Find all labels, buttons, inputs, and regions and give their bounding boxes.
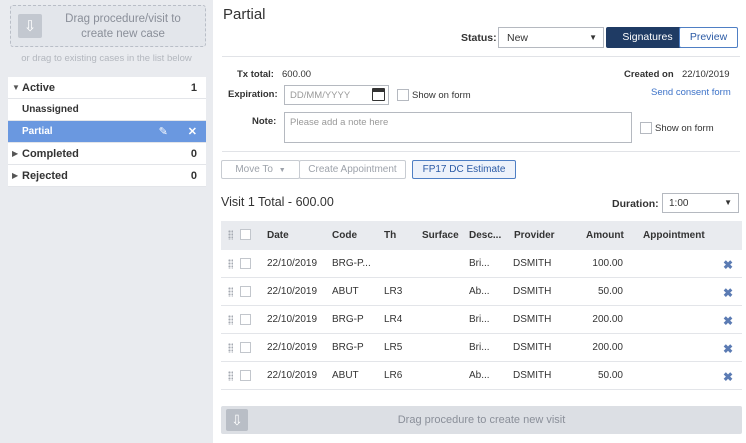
calendar-icon[interactable] — [372, 88, 385, 101]
case-item-partial[interactable]: Partial ✎ ✕ — [8, 121, 206, 143]
col-code[interactable]: Code — [332, 221, 357, 250]
close-icon[interactable]: ✖ — [723, 258, 733, 272]
signatures-button[interactable]: Signatures — [606, 27, 689, 48]
case-group-rejected[interactable]: ▶ Rejected 0 — [8, 165, 206, 187]
row-checkbox[interactable] — [240, 286, 251, 297]
drag-handle-icon[interactable] — [228, 343, 233, 353]
dropzone-line-2: create new case — [81, 28, 165, 40]
duration-select[interactable]: 1:00 ▼ — [662, 193, 739, 213]
new-visit-dropzone[interactable]: ⇩ Drag procedure to create new visit — [221, 406, 742, 434]
dropzone-line-1: Drag procedure/visit to — [65, 13, 181, 25]
case-group-active[interactable]: ▼ Active 1 — [8, 77, 206, 99]
page-title: Partial — [223, 6, 266, 23]
expiration-show-on-form-checkbox[interactable] — [397, 89, 409, 101]
fp17-dc-estimate-button[interactable]: FP17 DC Estimate — [412, 160, 516, 179]
status-select[interactable]: New ▼ — [498, 27, 604, 48]
drag-handle-icon — [228, 230, 233, 240]
case-detail: Partial Status: New ▼ Signatures Preview… — [213, 0, 746, 443]
expiration-date-field[interactable]: DD/MM/YYYY — [284, 85, 389, 105]
close-icon[interactable]: ✖ — [723, 370, 733, 384]
row-checkbox[interactable] — [240, 342, 251, 353]
case-sidebar: ⇩ Drag procedure/visit to create new cas… — [0, 0, 213, 443]
row-checkbox[interactable] — [240, 370, 251, 381]
caret-right-icon: ▶ — [12, 171, 19, 180]
drag-handle-icon[interactable] — [228, 371, 233, 381]
expiration-label: Expiration: — [228, 89, 278, 100]
procedure-grid: Date Code Th Surface Desc... Provider Am… — [221, 221, 742, 390]
created-on-label: Created on — [624, 69, 674, 80]
caret-down-icon: ▼ — [278, 167, 286, 174]
row-checkbox[interactable] — [240, 314, 251, 325]
note-show-on-form-checkbox[interactable] — [640, 122, 652, 134]
visit-total: Visit 1 Total - 600.00 — [221, 195, 334, 209]
tx-total-label: Tx total: — [237, 69, 274, 80]
col-th[interactable]: Th — [384, 221, 396, 250]
duration-label: Duration: — [612, 198, 659, 210]
move-to-button[interactable]: Move To ▼ — [221, 160, 300, 179]
close-icon[interactable]: ✖ — [723, 286, 733, 300]
col-amount[interactable]: Amount — [586, 221, 624, 250]
caret-down-icon: ▼ — [589, 33, 597, 42]
caret-right-icon: ▶ — [12, 149, 19, 158]
close-icon[interactable]: ✖ — [723, 314, 733, 328]
col-date[interactable]: Date — [267, 221, 289, 250]
drag-handle-icon[interactable] — [228, 315, 233, 325]
case-group-completed[interactable]: ▶ Completed 0 — [8, 143, 206, 165]
note-label: Note: — [252, 116, 277, 127]
case-count: 1 — [190, 81, 197, 94]
col-surface[interactable]: Surface — [422, 221, 459, 250]
caret-down-icon: ▼ — [12, 83, 20, 92]
note-field[interactable]: Please add a note here — [284, 112, 632, 143]
col-provider[interactable]: Provider — [514, 221, 555, 250]
caret-down-icon: ▼ — [724, 198, 732, 207]
create-appointment-button[interactable]: Create Appointment — [299, 160, 406, 179]
created-on-value: 22/10/2019 — [682, 69, 730, 80]
col-description[interactable]: Desc... — [469, 221, 501, 250]
new-visit-dropzone-label: Drag procedure to create new visit — [397, 414, 566, 426]
grid-header: Date Code Th Surface Desc... Provider Am… — [221, 221, 742, 250]
dropzone-hint: or drag to existing cases in the list be… — [21, 53, 192, 64]
drag-handle-icon[interactable] — [228, 259, 233, 269]
divider — [222, 151, 740, 152]
table-row[interactable]: 22/10/2019 BRG-P LR5 Bri... DSMITH 200.0… — [221, 334, 742, 362]
case-count: 0 — [190, 169, 197, 182]
tx-total-value: 600.00 — [282, 69, 312, 80]
select-all-checkbox[interactable] — [240, 229, 251, 240]
close-icon[interactable]: ✕ — [188, 125, 197, 138]
divider — [222, 56, 740, 57]
col-appointment[interactable]: Appointment — [643, 221, 705, 250]
pencil-icon[interactable]: ✎ — [159, 125, 168, 138]
download-arrow-icon: ⇩ — [18, 14, 42, 38]
drag-handle-icon[interactable] — [228, 287, 233, 297]
show-on-form-label: Show on form — [655, 123, 714, 134]
case-count: 0 — [190, 147, 197, 160]
row-checkbox[interactable] — [240, 258, 251, 269]
new-case-dropzone[interactable]: ⇩ Drag procedure/visit to create new cas… — [10, 5, 206, 47]
show-on-form-label: Show on form — [412, 90, 471, 101]
status-label: Status: — [461, 32, 497, 44]
case-item-unassigned[interactable]: Unassigned — [8, 99, 206, 121]
table-row[interactable]: 22/10/2019 BRG-P... Bri... DSMITH 100.00… — [221, 250, 742, 278]
case-list: ▼ Active 1 Unassigned Partial ✎ ✕ ▶ Comp… — [8, 77, 206, 187]
table-row[interactable]: 22/10/2019 ABUT LR6 Ab... DSMITH 50.00 ✖ — [221, 362, 742, 390]
close-icon[interactable]: ✖ — [723, 342, 733, 356]
preview-button[interactable]: Preview — [679, 27, 738, 48]
table-row[interactable]: 22/10/2019 BRG-P LR4 Bri... DSMITH 200.0… — [221, 306, 742, 334]
send-consent-form-link[interactable]: Send consent form — [651, 87, 731, 98]
table-row[interactable]: 22/10/2019 ABUT LR3 Ab... DSMITH 50.00 ✖ — [221, 278, 742, 306]
